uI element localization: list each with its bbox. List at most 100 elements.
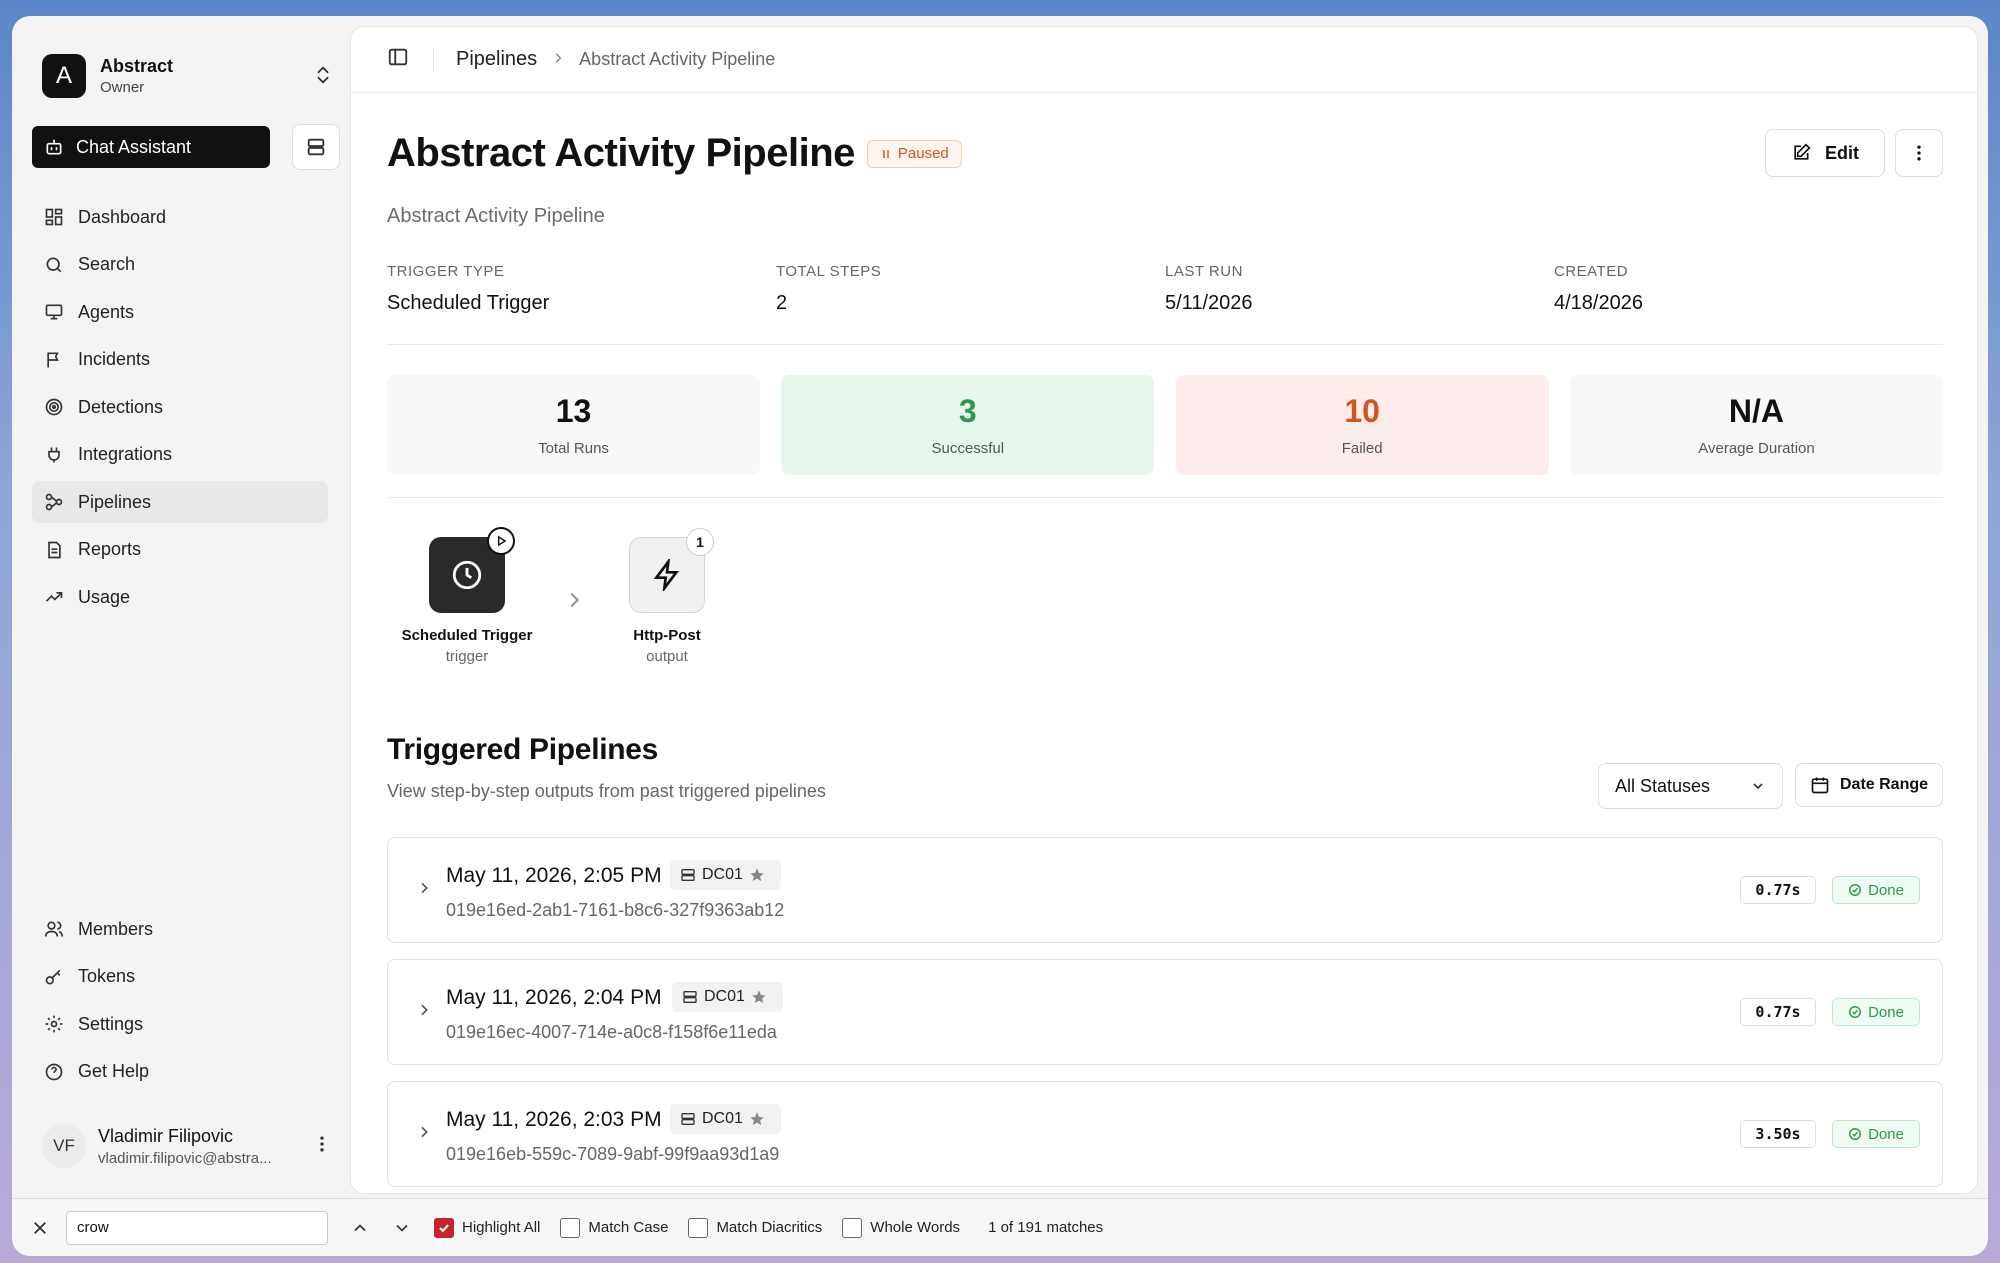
run-status-label: Done — [1868, 1003, 1904, 1021]
checkbox-icon[interactable] — [560, 1217, 581, 1238]
plug-icon — [48, 447, 60, 462]
stat-label: Successful — [931, 440, 1005, 457]
chevron-down-icon — [1753, 783, 1763, 790]
date-range-label: Date Range — [1839, 776, 1929, 793]
breadcrumb-current: Abstract Activity Pipeline — [579, 49, 776, 69]
server-icon — [681, 869, 695, 881]
sidebar-item-settings[interactable]: Settings — [32, 1003, 328, 1045]
sidebar-item-reports[interactable]: Reports — [32, 529, 328, 571]
stat-label: Failed — [1341, 440, 1383, 457]
sidebar-toggle-icon[interactable] — [387, 46, 409, 73]
app-window: A Abstract Owner Chat Assistant Dashboar… — [12, 16, 1988, 1256]
user-profile[interactable]: VF Vladimir Filipovic vladimir.filipovic… — [42, 1116, 332, 1176]
date-range-button[interactable]: Date Range — [1795, 763, 1943, 807]
sidebar-item-get-help[interactable]: Get Help — [32, 1051, 328, 1093]
sidebar-item-label: Search — [78, 254, 136, 274]
sidebar-item-usage[interactable]: Usage — [32, 576, 328, 618]
highlight-all-checkbox[interactable]: Highlight All — [434, 1217, 541, 1238]
chevron-right-icon[interactable] — [416, 1124, 432, 1145]
flow-node-http-post[interactable]: 1 Http-Post output — [617, 528, 717, 665]
match-case-checkbox[interactable]: Match Case — [560, 1217, 668, 1238]
pause-icon — [883, 149, 889, 158]
topbar: Pipelines Abstract Activity Pipeline — [351, 27, 1977, 93]
meta-value: 2 — [776, 292, 788, 314]
sidebar-item-dashboard[interactable]: Dashboard — [32, 196, 328, 238]
flow-chevron-icon — [563, 589, 585, 616]
stat-average-duration: N/A Average Duration — [1569, 375, 1943, 475]
more-actions-button[interactable] — [1895, 129, 1943, 177]
close-icon[interactable] — [28, 1216, 52, 1240]
stat-label: Average Duration — [1698, 440, 1815, 457]
meta-value: 4/18/2026 — [1554, 292, 1643, 314]
sidebar-item-pipelines[interactable]: Pipelines — [32, 481, 328, 523]
pipeline-meta: TRIGGER TYPE Scheduled Trigger TOTAL STE… — [387, 263, 1943, 345]
chat-assistant-label: Chat Assistant — [76, 136, 192, 157]
sidebar-item-label: Dashboard — [78, 206, 167, 227]
clock-icon — [452, 560, 482, 590]
run-tag-label: DC01 — [702, 866, 743, 883]
chevrons-up-down-icon[interactable] — [312, 64, 334, 86]
sidebar-item-detections[interactable]: Detections — [32, 386, 328, 428]
org-logo: A — [42, 54, 86, 98]
breadcrumb-pipelines[interactable]: Pipelines — [456, 48, 537, 71]
run-date: May 11, 2026, 2:05 PM — [446, 864, 662, 887]
play-icon[interactable] — [487, 527, 515, 555]
sidebar-nav: Dashboard Search Agents Incidents Detect… — [32, 196, 328, 624]
meta-value: 5/11/2026 — [1165, 292, 1253, 314]
section-subtitle: View step-by-step outputs from past trig… — [387, 781, 826, 801]
table-row[interactable]: May 11, 2026, 2:05 PM DC01 019e16ed-2ab1… — [387, 837, 1943, 943]
user-name: Vladimir Filipovic — [98, 1125, 234, 1146]
find-previous-icon[interactable] — [348, 1216, 372, 1240]
layout-toggle-button[interactable] — [292, 124, 340, 170]
run-id: 019e16ec-4007-714e-a0c8-f158f6e11eda — [446, 1022, 777, 1042]
stat-successful: 3 Successful — [781, 375, 1155, 475]
find-option-label: Highlight All — [462, 1219, 541, 1236]
sidebar-item-agents[interactable]: Agents — [32, 291, 328, 333]
meta-total-steps: TOTAL STEPS 2 — [776, 263, 1165, 344]
edit-button[interactable]: Edit — [1765, 129, 1885, 177]
run-status-label: Done — [1868, 881, 1904, 899]
sidebar-item-label: Agents — [78, 301, 135, 322]
checkbox-icon[interactable] — [688, 1217, 709, 1238]
run-duration: 0.77s — [1740, 998, 1816, 1026]
checkbox-checked-icon[interactable] — [434, 1217, 454, 1238]
flow-node-scheduled-trigger[interactable]: Scheduled Trigger trigger — [387, 527, 547, 665]
checkbox-icon[interactable] — [842, 1217, 863, 1238]
sidebar-item-incidents[interactable]: Incidents — [32, 339, 328, 381]
find-next-icon[interactable] — [390, 1216, 414, 1240]
chat-assistant-button[interactable]: Chat Assistant — [32, 126, 270, 168]
match-diacritics-checkbox[interactable]: Match Diacritics — [688, 1217, 822, 1238]
sidebar-item-tokens[interactable]: Tokens — [32, 956, 328, 998]
sidebar-item-integrations[interactable]: Integrations — [32, 434, 328, 476]
stat-failed: 10 Failed — [1175, 375, 1549, 475]
chevron-right-icon[interactable] — [416, 880, 432, 901]
target-icon — [45, 398, 63, 416]
status-filter-select[interactable]: All Statuses — [1598, 763, 1783, 809]
find-input[interactable] — [66, 1210, 328, 1245]
dashboard-icon — [45, 208, 63, 226]
meta-trigger-type: TRIGGER TYPE Scheduled Trigger — [387, 263, 776, 344]
table-row[interactable]: May 11, 2026, 2:03 PM DC01 019e16eb-559c… — [387, 1081, 1943, 1187]
org-role: Owner — [100, 79, 145, 96]
sidebar-item-label: Reports — [78, 539, 142, 559]
server-icon — [681, 1113, 695, 1125]
more-vertical-icon[interactable] — [312, 1134, 332, 1159]
step-count-badge: 1 — [686, 528, 714, 556]
run-id: 019e16eb-559c-7089-9abf-99f9aa93d1a9 — [446, 1144, 780, 1164]
stat-value: N/A — [1728, 393, 1785, 429]
run-status-badge: Done — [1832, 876, 1920, 904]
run-tag: DC01 — [670, 860, 781, 890]
chevron-right-icon[interactable] — [416, 1002, 432, 1023]
org-switcher[interactable]: A Abstract Owner — [42, 48, 342, 104]
sidebar-item-search[interactable]: Search — [32, 244, 328, 286]
sidebar-item-label: Usage — [78, 586, 131, 607]
avatar: VF — [42, 1124, 86, 1168]
whole-words-checkbox[interactable]: Whole Words — [842, 1217, 960, 1238]
sidebar-item-label: Integrations — [78, 444, 173, 464]
table-row[interactable]: May 11, 2026, 2:04 PM DC01 019e16ec-4007… — [387, 959, 1943, 1065]
sidebar-item-members[interactable]: Members — [32, 908, 328, 950]
page-title: Abstract Activity Pipeline — [387, 131, 855, 175]
trending-icon — [45, 592, 63, 602]
flag-icon — [47, 352, 59, 367]
stat-label: Total Runs — [538, 440, 609, 457]
